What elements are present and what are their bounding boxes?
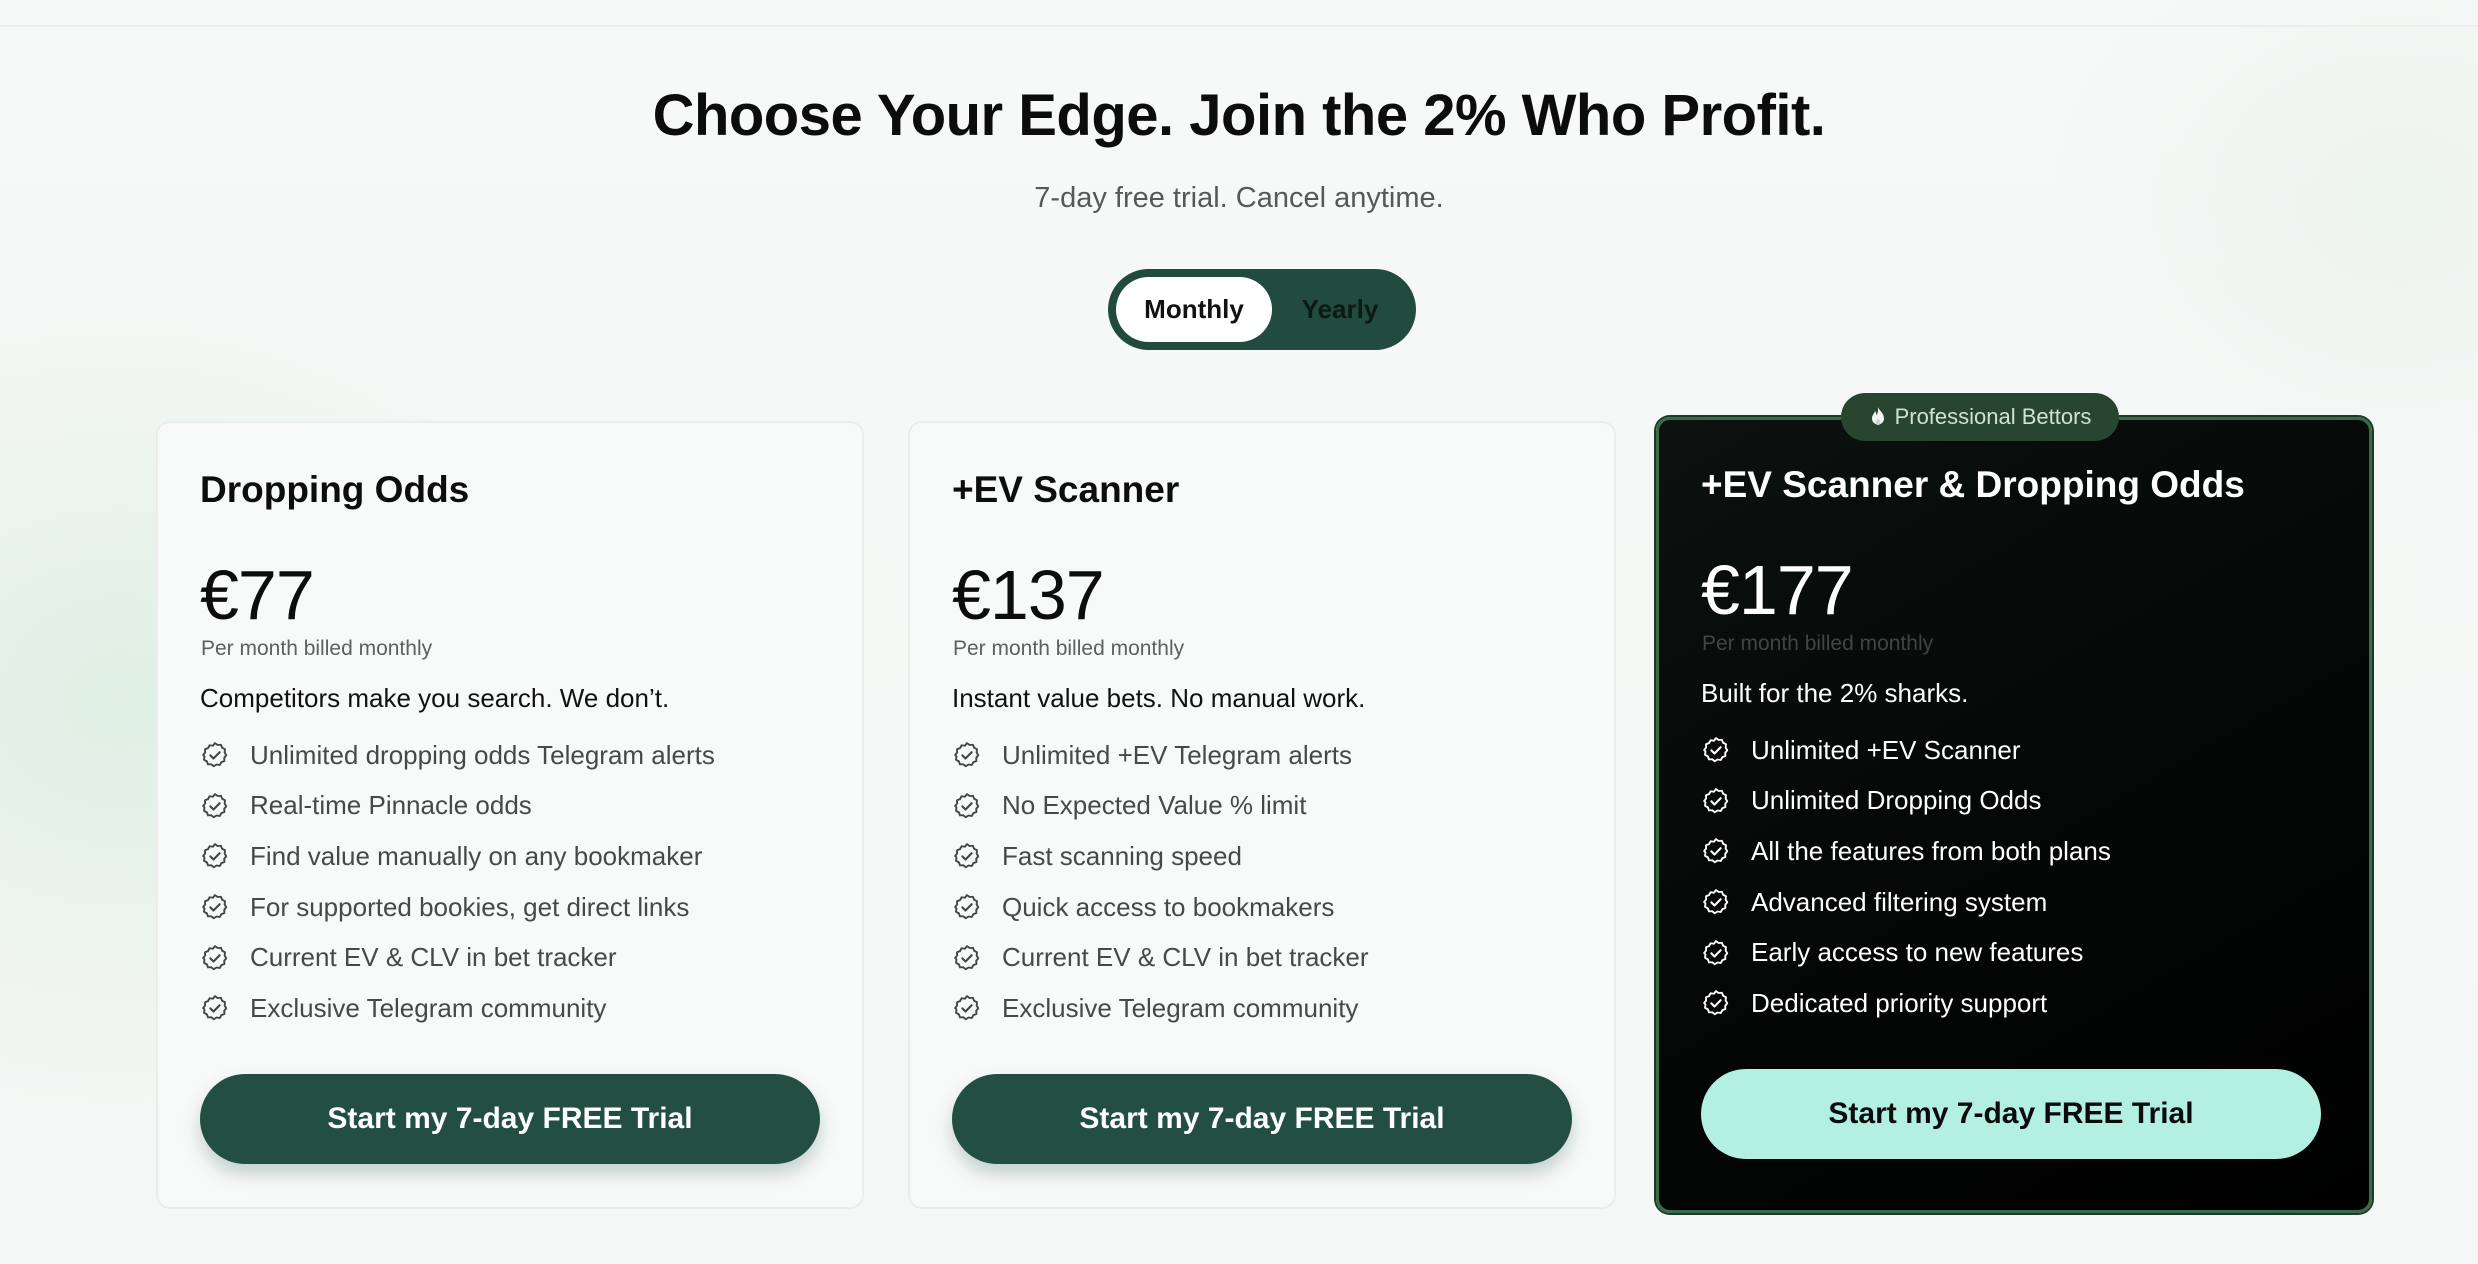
check-badge-icon bbox=[1703, 889, 1729, 915]
check-badge-icon bbox=[1703, 737, 1729, 763]
feature-label: Quick access to bookmakers bbox=[1002, 891, 1335, 922]
start-trial-button[interactable]: Start my 7-day FREE Trial bbox=[200, 1074, 820, 1164]
pricing-card-ev-scanner: +EV Scanner €137 Per month billed monthl… bbox=[908, 421, 1616, 1209]
feature-label: Advanced filtering system bbox=[1751, 886, 2048, 917]
check-badge-icon bbox=[202, 793, 228, 819]
feature-item: Advanced filtering system bbox=[1701, 877, 2111, 928]
feature-label: Find value manually on any bookmaker bbox=[250, 840, 703, 871]
feature-item: Exclusive Telegram community bbox=[200, 983, 715, 1034]
plan-price: €177 bbox=[1701, 551, 1854, 629]
feature-label: Exclusive Telegram community bbox=[1002, 992, 1359, 1023]
plan-price: €77 bbox=[200, 556, 315, 634]
plan-price: €137 bbox=[952, 556, 1105, 634]
check-badge-icon bbox=[1703, 788, 1729, 814]
feature-item: Early access to new features bbox=[1701, 927, 2111, 978]
toggle-option-yearly[interactable]: Yearly bbox=[1272, 277, 1408, 342]
feature-item: Fast scanning speed bbox=[952, 831, 1369, 882]
plan-badge-label: Professional Bettors bbox=[1894, 404, 2092, 429]
feature-label: Real-time Pinnacle odds bbox=[250, 790, 532, 821]
feature-label: Current EV & CLV in bet tracker bbox=[1002, 942, 1369, 973]
check-badge-icon bbox=[954, 944, 980, 970]
plan-name: +EV Scanner bbox=[952, 469, 1180, 510]
feature-item: Exclusive Telegram community bbox=[952, 983, 1369, 1034]
feature-item: For supported bookies, get direct links bbox=[200, 882, 715, 933]
feature-label: Fast scanning speed bbox=[1002, 840, 1242, 871]
plan-tagline: Instant value bets. No manual work. bbox=[952, 683, 1366, 713]
feature-label: Current EV & CLV in bet tracker bbox=[250, 942, 617, 973]
plan-billing-period: Per month billed monthly bbox=[1702, 632, 1934, 655]
feature-label: Dedicated priority support bbox=[1751, 987, 2048, 1018]
feature-label: Unlimited +EV Telegram alerts bbox=[1002, 739, 1352, 770]
feature-label: No Expected Value % limit bbox=[1002, 790, 1307, 821]
feature-item: Unlimited Dropping Odds bbox=[1701, 776, 2111, 827]
flame-icon bbox=[1871, 407, 1884, 426]
header-divider bbox=[0, 25, 2478, 27]
feature-label: All the features from both plans bbox=[1751, 835, 2111, 866]
check-badge-icon bbox=[1703, 939, 1729, 965]
feature-label: Unlimited Dropping Odds bbox=[1751, 785, 2042, 816]
feature-item: Unlimited dropping odds Telegram alerts bbox=[200, 730, 715, 781]
feature-label: Unlimited dropping odds Telegram alerts bbox=[250, 739, 715, 770]
feature-item: All the features from both plans bbox=[1701, 826, 2111, 877]
check-badge-icon bbox=[954, 995, 980, 1021]
check-badge-icon bbox=[202, 742, 228, 768]
billing-period-toggle: Monthly Yearly bbox=[1108, 269, 1416, 350]
pricing-card-bundle: Professional Bettors +EV Scanner & Dropp… bbox=[1656, 393, 2372, 1213]
check-badge-icon bbox=[954, 843, 980, 869]
feature-item: Find value manually on any bookmaker bbox=[200, 831, 715, 882]
check-badge-icon bbox=[954, 894, 980, 920]
plan-billing-period: Per month billed monthly bbox=[953, 637, 1185, 660]
feature-label: Early access to new features bbox=[1751, 937, 2084, 968]
feature-label: Exclusive Telegram community bbox=[250, 992, 607, 1023]
start-trial-button[interactable]: Start my 7-day FREE Trial bbox=[952, 1074, 1572, 1164]
feature-item: No Expected Value % limit bbox=[952, 781, 1369, 832]
check-badge-icon bbox=[1703, 838, 1729, 864]
feature-list: Unlimited +EV Scanner Unlimited Dropping… bbox=[1701, 725, 2111, 1029]
start-trial-button[interactable]: Start my 7-day FREE Trial bbox=[1701, 1069, 2321, 1159]
feature-item: Unlimited +EV Telegram alerts bbox=[952, 730, 1369, 781]
pricing-card-dropping-odds: Dropping Odds €77 Per month billed month… bbox=[156, 421, 864, 1209]
feature-list: Unlimited dropping odds Telegram alerts … bbox=[200, 730, 715, 1034]
check-badge-icon bbox=[202, 894, 228, 920]
feature-label: For supported bookies, get direct links bbox=[250, 891, 690, 922]
feature-item: Current EV & CLV in bet tracker bbox=[952, 932, 1369, 983]
plan-name: +EV Scanner & Dropping Odds bbox=[1701, 464, 2245, 505]
check-badge-icon bbox=[202, 995, 228, 1021]
check-badge-icon bbox=[202, 843, 228, 869]
feature-item: Current EV & CLV in bet tracker bbox=[200, 932, 715, 983]
feature-item: Quick access to bookmakers bbox=[952, 882, 1369, 933]
plan-tagline: Built for the 2% sharks. bbox=[1701, 678, 1969, 708]
feature-item: Dedicated priority support bbox=[1701, 978, 2111, 1029]
feature-item: Unlimited +EV Scanner bbox=[1701, 725, 2111, 776]
plan-badge: Professional Bettors bbox=[1841, 393, 2119, 441]
check-badge-icon bbox=[954, 793, 980, 819]
page-title: Choose Your Edge. Join the 2% Who Profit… bbox=[652, 83, 1826, 148]
feature-list: Unlimited +EV Telegram alerts No Expecte… bbox=[952, 730, 1369, 1034]
plan-tagline: Competitors make you search. We don’t. bbox=[200, 683, 670, 713]
feature-label: Unlimited +EV Scanner bbox=[1751, 734, 2021, 765]
feature-item: Real-time Pinnacle odds bbox=[200, 781, 715, 832]
plan-billing-period: Per month billed monthly bbox=[201, 637, 433, 660]
check-badge-icon bbox=[954, 742, 980, 768]
plan-name: Dropping Odds bbox=[200, 469, 470, 510]
check-badge-icon bbox=[1703, 990, 1729, 1016]
toggle-option-monthly[interactable]: Monthly bbox=[1116, 277, 1272, 342]
page-subtitle: 7-day free trial. Cancel anytime. bbox=[1034, 182, 1444, 214]
check-badge-icon bbox=[202, 944, 228, 970]
